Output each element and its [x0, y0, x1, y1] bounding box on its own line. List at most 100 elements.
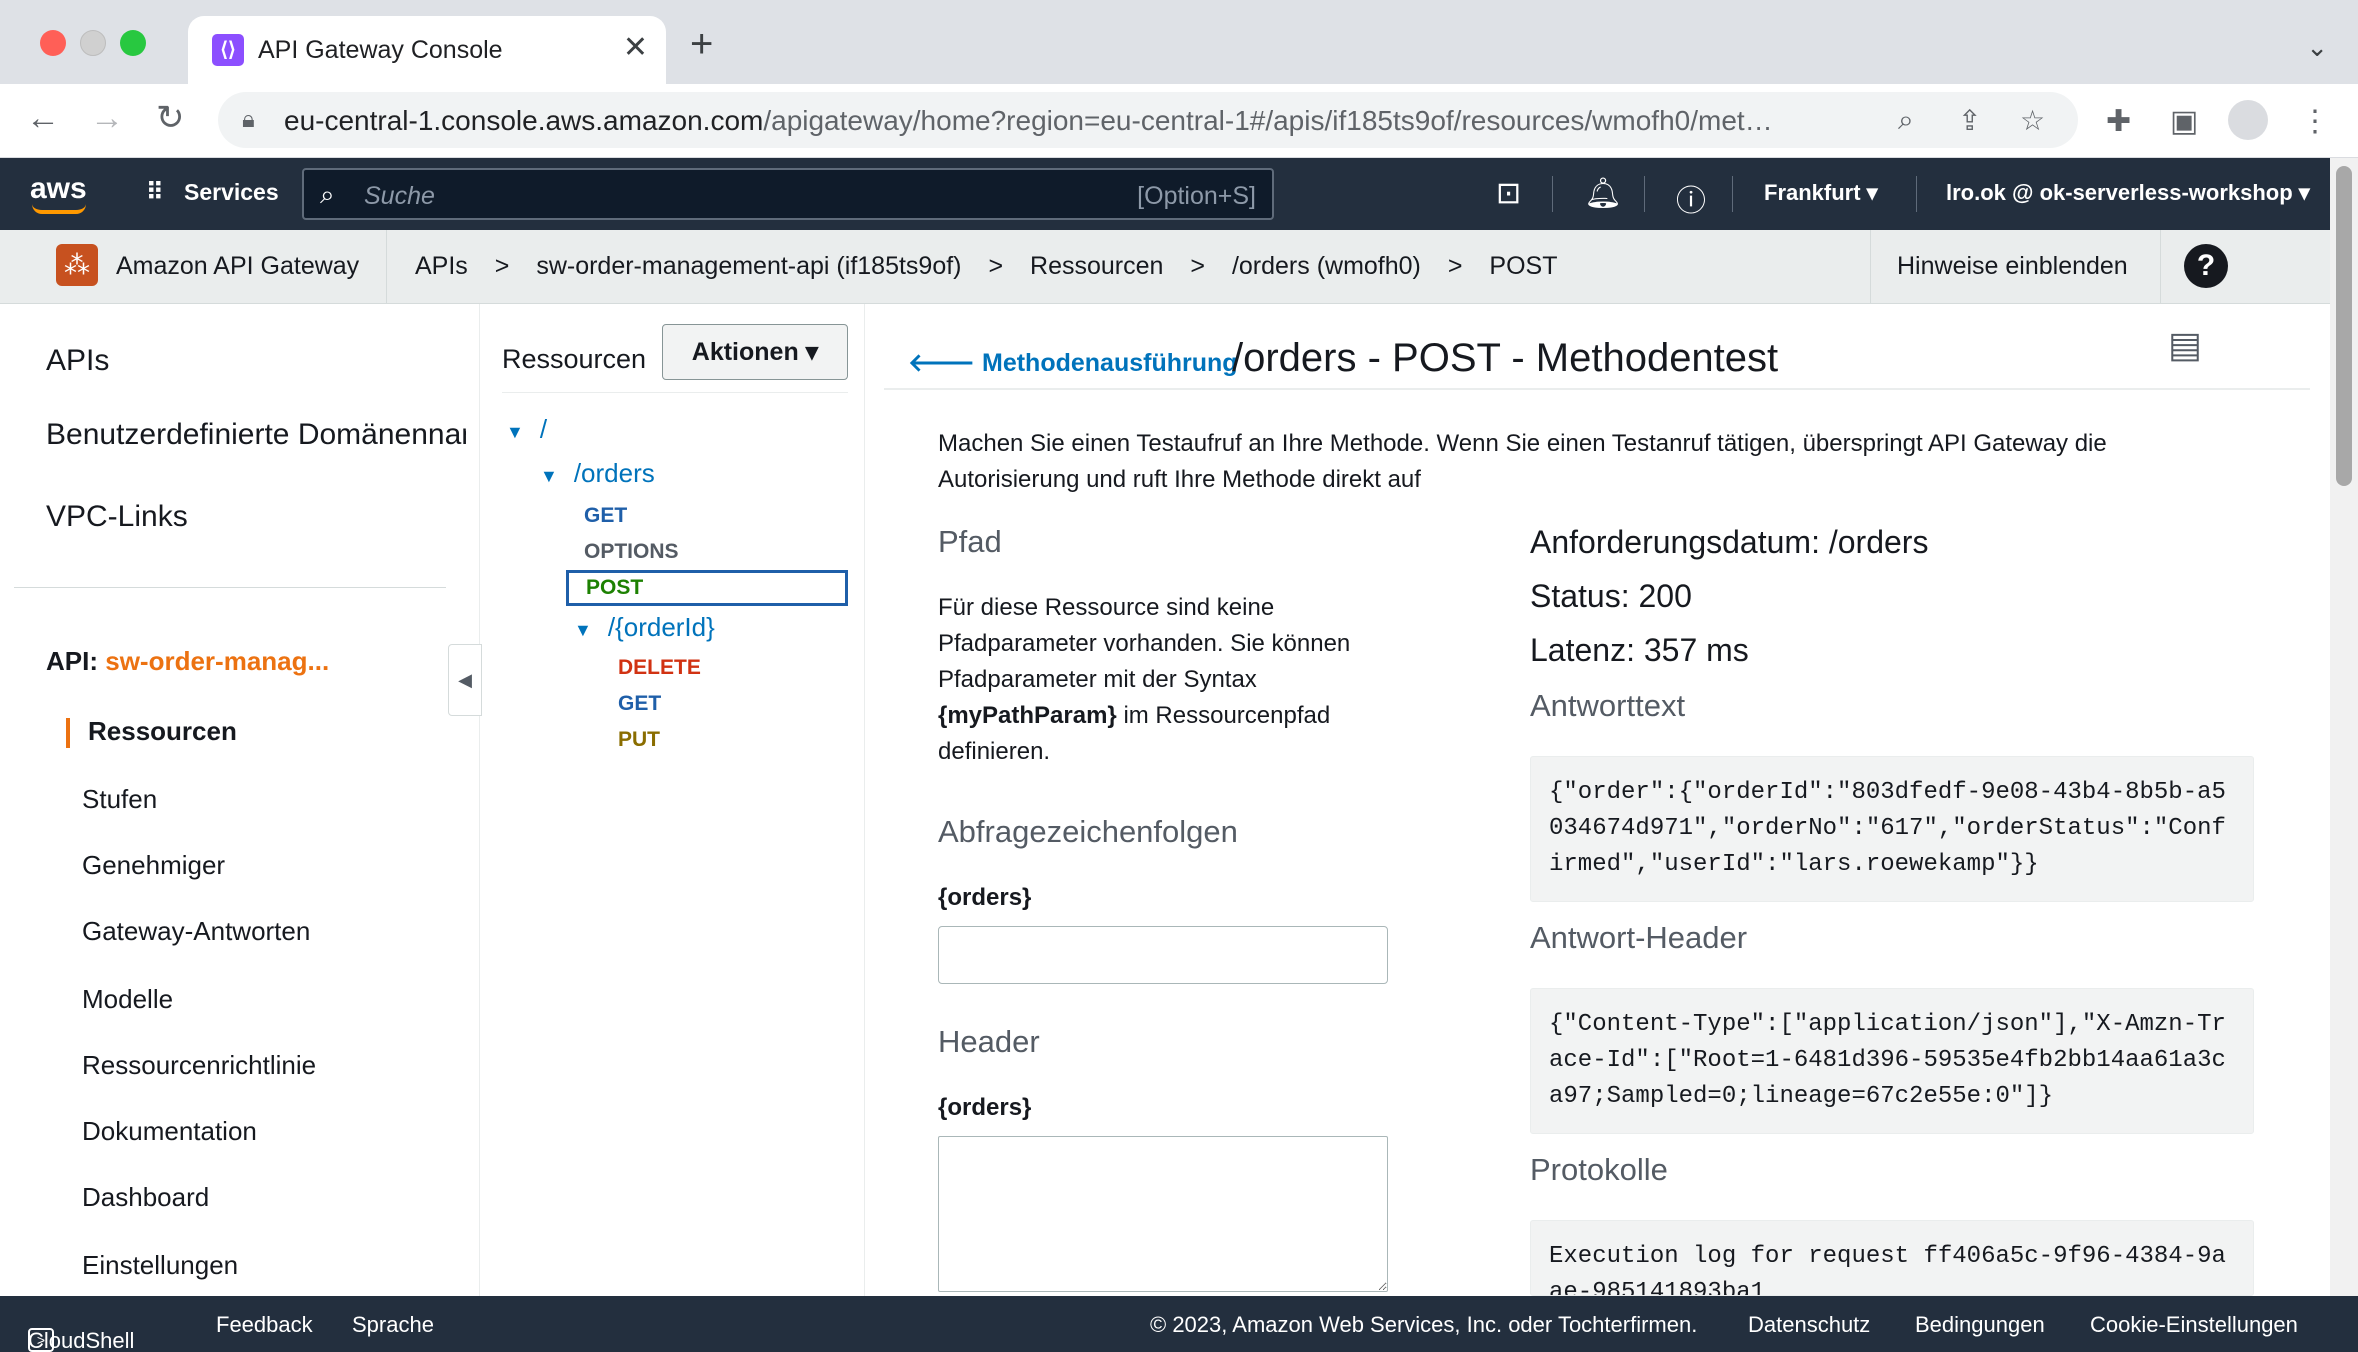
tree-method-get[interactable]: GET — [584, 504, 627, 528]
crumb-divider — [1870, 230, 1871, 304]
sidebar-item-resources[interactable]: Ressourcen — [88, 716, 237, 747]
url-text[interactable]: eu-central-1.console.aws.amazon.com/apig… — [284, 105, 2084, 137]
tree-node-root[interactable]: ▼ / — [506, 414, 547, 445]
sidebar-item-dashboard[interactable]: Dashboard — [82, 1182, 209, 1213]
account-menu[interactable]: lro.ok @ ok-serverless-workshop ▾ — [1946, 180, 2310, 206]
tree-method-delete[interactable]: DELETE — [618, 656, 701, 680]
sidebar: APIs Benutzerdefinierte Domänennamen VPC… — [0, 304, 482, 1296]
nav-divider — [1644, 176, 1645, 212]
query-string-input[interactable] — [938, 926, 1388, 984]
nav-divider — [1916, 176, 1917, 212]
caret-down-icon[interactable]: ▼ — [574, 620, 592, 640]
arrow-left-icon: 🡐︎ — [908, 349, 982, 377]
service-name[interactable]: Amazon API Gateway — [116, 252, 359, 281]
tree-method-post[interactable]: POST — [586, 576, 643, 600]
tab-close-icon[interactable]: ✕ — [623, 30, 648, 65]
method-execution-back-link[interactable]: 🡐︎ Methodenausführung — [908, 348, 1238, 378]
sidebar-item-resource-policy[interactable]: Ressourcenrichtlinie — [82, 1050, 316, 1081]
footer-cookies-link[interactable]: Cookie-Einstellungen — [2090, 1312, 2298, 1338]
documentation-book-icon[interactable]: ▤ — [2168, 324, 2202, 366]
sidebar-item-custom-domains[interactable]: Benutzerdefinierte Domänennamen — [46, 418, 466, 452]
profile-avatar-icon[interactable] — [2228, 100, 2268, 140]
notifications-bell-icon[interactable]: 🔔︎ — [1584, 176, 1622, 211]
breadcrumb-item[interactable]: sw-order-management-api (if185ts9of) — [536, 252, 961, 280]
console-footer: > CloudShell Feedback Sprache © 2023, Ama… — [0, 1296, 2358, 1352]
actions-dropdown-button[interactable]: Aktionen ▾ — [662, 324, 848, 380]
back-arrow-icon[interactable]: ← — [26, 98, 60, 138]
browser-tab-active[interactable]: ⟨⟩ API Gateway Console ✕ — [188, 16, 666, 84]
reload-icon[interactable]: ↻ — [156, 98, 185, 138]
response-body-heading: Antworttext — [1530, 688, 1686, 723]
breadcrumb-item[interactable]: /orders (wmofh0) — [1232, 252, 1421, 280]
footer-privacy-link[interactable]: Datenschutz — [1748, 1312, 1870, 1338]
aws-logo[interactable]: aws — [30, 172, 87, 206]
bookmark-star-icon[interactable]: ☆ — [2020, 104, 2045, 137]
tree-method-options[interactable]: OPTIONS — [584, 540, 679, 564]
breadcrumb-item[interactable]: APIs — [415, 252, 468, 280]
tree-method-put[interactable]: PUT — [618, 728, 660, 752]
api-label: API: sw-order-manag... — [46, 646, 330, 676]
tree-node-orderid[interactable]: ▼/{orderId} — [574, 612, 715, 643]
extensions-puzzle-icon[interactable]: ✚ — [2106, 104, 2131, 139]
sidebar-item-apis[interactable]: APIs — [46, 344, 466, 378]
sidebar-item-gateway-responses[interactable]: Gateway-Antworten — [82, 916, 310, 947]
zoom-icon[interactable]: ⌕ — [1898, 104, 1914, 137]
resource-tree-panel: Ressourcen Aktionen ▾ ▼ / ▼/orders GET OP… — [482, 304, 865, 1296]
forward-arrow-icon[interactable]: → — [90, 98, 124, 138]
crumb-divider — [2160, 230, 2161, 304]
show-hints-button[interactable]: Hinweise einblenden — [1897, 252, 2128, 281]
window-close-button[interactable] — [40, 30, 66, 56]
footer-feedback-link[interactable]: Feedback — [216, 1312, 313, 1338]
sidebar-item-models[interactable]: Modelle — [82, 984, 173, 1015]
scrollbar-thumb[interactable] — [2336, 166, 2352, 486]
lock-icon[interactable]: 🔒︎ — [242, 106, 255, 134]
aws-console-nav: aws ⠿ Services ⌕ Suche [Option+S] ⊡ 🔔︎ ⓘ … — [0, 158, 2330, 230]
logs-heading: Protokolle — [1530, 1152, 1668, 1187]
tree-method-get[interactable]: GET — [618, 692, 661, 716]
caret-down-icon[interactable]: ▼ — [506, 422, 524, 442]
browser-menu-kebab-icon[interactable]: ⋮ — [2300, 104, 2330, 139]
sidebar-item-vpc-links[interactable]: VPC-Links — [46, 500, 466, 534]
share-icon[interactable]: ⇪ — [1958, 104, 1981, 137]
page-scrollbar[interactable] — [2330, 158, 2358, 1296]
new-tab-icon[interactable]: + — [690, 24, 713, 64]
sidebar-item-stages[interactable]: Stufen — [82, 784, 157, 815]
crumb-divider — [386, 230, 387, 304]
window-minimize-button[interactable] — [80, 30, 106, 56]
address-bar[interactable]: 🔒︎ eu-central-1.console.aws.amazon.com/a… — [218, 92, 2078, 148]
response-body-code: {"order":{"orderId":"803dfedf-9e08-43b4-… — [1530, 756, 2254, 902]
api-gateway-favicon-icon: ⟨⟩ — [212, 34, 244, 66]
aws-search-input[interactable]: ⌕ Suche [Option+S] — [302, 168, 1274, 220]
side-panel-icon[interactable]: ▣ — [2170, 104, 2198, 139]
sidebar-item-authorizers[interactable]: Genehmiger — [82, 850, 225, 881]
nav-divider — [1732, 176, 1733, 212]
browser-tab-strip: ⟨⟩ API Gateway Console ✕ + ⌄ — [0, 0, 2358, 84]
footer-copyright: © 2023, Amazon Web Services, Inc. oder T… — [1150, 1312, 1698, 1337]
method-test-panel: 🡐︎ Methodenausführung /orders - POST - M… — [882, 304, 2330, 1296]
footer-terms-link[interactable]: Bedingungen — [1915, 1312, 2045, 1338]
nav-divider — [1552, 176, 1553, 212]
collapse-sidebar-icon[interactable]: ◀ — [448, 644, 482, 716]
region-selector[interactable]: Frankfurt ▾ — [1764, 180, 1878, 206]
tab-search-chevron-icon[interactable]: ⌄ — [2306, 32, 2328, 63]
api-name-link[interactable]: sw-order-manag... — [105, 646, 329, 676]
help-circle-icon[interactable]: ? — [2184, 244, 2228, 288]
header-heading: Header — [938, 1024, 1040, 1059]
request-date: Anforderungsdatum: /orders — [1530, 524, 1929, 560]
status-text: Status: 200 — [1530, 578, 1692, 614]
page-title: /orders - POST - Methodentest — [1232, 336, 1779, 380]
window-maximize-button[interactable] — [120, 30, 146, 56]
caret-down-icon[interactable]: ▼ — [540, 466, 558, 486]
cloudshell-icon[interactable]: ⊡ — [1496, 176, 1521, 211]
tree-divider — [502, 392, 848, 393]
help-icon[interactable]: ⓘ — [1676, 176, 1706, 220]
services-menu-button[interactable]: ⠿ Services — [146, 178, 279, 207]
browser-toolbar: ← → ↻ 🔒︎ eu-central-1.console.aws.amazon… — [0, 84, 2358, 158]
sidebar-item-documentation[interactable]: Dokumentation — [82, 1116, 257, 1147]
sidebar-item-settings[interactable]: Einstellungen — [82, 1250, 238, 1281]
header-textarea[interactable] — [938, 1136, 1388, 1292]
breadcrumb-item[interactable]: Ressourcen — [1030, 252, 1163, 280]
breadcrumb-bar: ⁂ Amazon API Gateway APIs > sw-order-man… — [0, 230, 2330, 304]
footer-language-link[interactable]: Sprache — [352, 1312, 434, 1338]
tree-node-orders[interactable]: ▼/orders — [540, 458, 655, 489]
